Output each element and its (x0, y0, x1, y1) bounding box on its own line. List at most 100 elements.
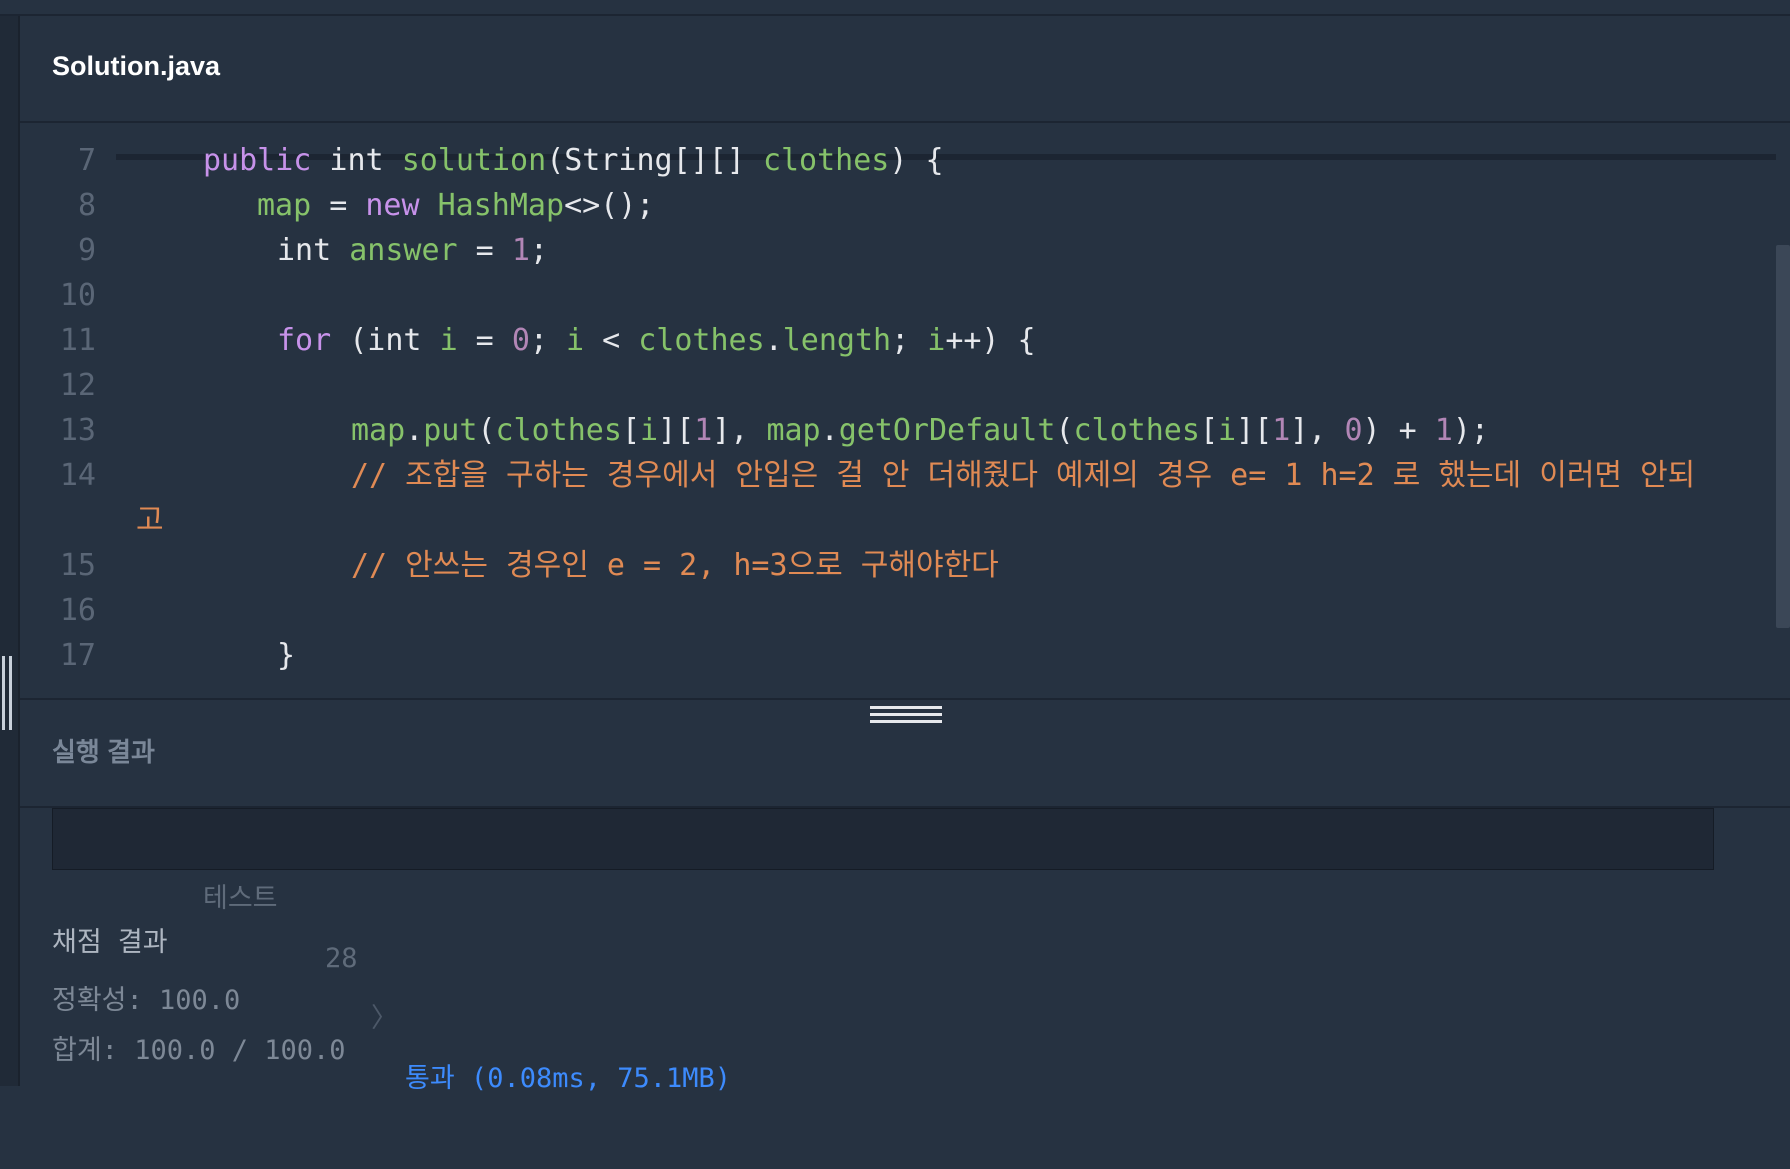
code-token: = (457, 323, 512, 358)
line-number: 15 (59, 548, 96, 583)
code-token: (String[][] (546, 143, 763, 178)
line-number: 11 (59, 323, 96, 358)
code-token: 0 (511, 323, 530, 358)
line-number: 16 (59, 593, 96, 628)
code-token: map (257, 188, 312, 223)
code-line: 7 public int solution(String[][] clothes)… (20, 139, 1770, 183)
code-token: getOrDefault (838, 413, 1056, 448)
code-token: clothes (762, 143, 890, 178)
code-line: 13 map.put(clothes[i][1], map.getOrDefaul… (20, 409, 1770, 453)
code-token: int (277, 233, 350, 268)
code-token: ); (1452, 413, 1489, 448)
code-token: int (311, 143, 402, 178)
code-text: int answer = 1; (277, 229, 548, 273)
code-token: ][ (1236, 413, 1273, 448)
code-text: map.put(clothes[i][1], map.getOrDefault(… (351, 409, 1489, 453)
test-label: 테스트 (203, 883, 278, 914)
line-number: 12 (59, 368, 96, 403)
code-token: <>(); (564, 188, 655, 223)
line-number: 7 (77, 143, 96, 178)
file-title[interactable]: Solution.java (52, 51, 220, 82)
code-token: i (1218, 413, 1237, 448)
code-token: public (203, 143, 312, 178)
code-token: solution (401, 143, 547, 178)
code-token: [ (621, 413, 640, 448)
result-title: 실행 결과 (52, 737, 155, 767)
line-number: 13 (59, 413, 96, 448)
result-body: 테스트 28 〉 통과 (0.08ms, 75.1MB) 채점 결과 정확성: … (20, 808, 1790, 1094)
code-token: HashMap (437, 188, 565, 223)
code-token: ( (477, 413, 496, 448)
code-line: 10 (20, 274, 1770, 318)
code-token: map (766, 413, 821, 448)
code-token: ) + (1362, 413, 1435, 448)
code-token: 고 (136, 503, 164, 538)
code-token: clothes (495, 413, 622, 448)
test-number: 28 (325, 943, 358, 974)
code-token: answer (349, 233, 458, 268)
code-text: map = new HashMap<>(); (257, 184, 654, 228)
code-line: 12 (20, 364, 1770, 408)
code-token: ; (529, 323, 566, 358)
code-token: i (566, 323, 585, 358)
code-text: } (277, 634, 295, 678)
top-strip (0, 0, 1790, 16)
left-panel-rail (0, 16, 20, 1086)
test-pass-status: 통과 (0.08ms, 75.1MB) (405, 1063, 732, 1094)
code-token: 1 (1434, 413, 1453, 448)
code-line: 고 (20, 499, 1770, 543)
line-number: 9 (77, 233, 96, 268)
code-line: 15 // 안쓰는 경우인 e = 2, h=3으로 구해야한다 (20, 544, 1770, 588)
code-token: ; (529, 233, 548, 268)
code-token: clothes (638, 323, 765, 358)
code-editor[interactable]: 7 public int solution(String[][] clothes)… (20, 123, 1790, 698)
code-token: i (439, 323, 458, 358)
code-token: = (457, 233, 512, 268)
code-token: . (820, 413, 839, 448)
line-number: 8 (77, 188, 96, 223)
code-token: . (764, 323, 783, 358)
code-token: // 안쓰는 경우인 e = 2, h=3으로 구해야한다 (351, 548, 999, 583)
editor-scrollbar[interactable] (1776, 245, 1790, 628)
code-token: . (405, 413, 424, 448)
code-line: 9 int answer = 1; (20, 229, 1770, 273)
code-line: 8 map = new HashMap<>(); (20, 184, 1770, 228)
code-token: ][ (658, 413, 695, 448)
code-token: 1 (1272, 413, 1291, 448)
code-token: ( (1055, 413, 1074, 448)
code-token: ++) { (945, 323, 1036, 358)
code-token: ], (712, 413, 767, 448)
grading-accuracy: 정확성: 100.0 (52, 985, 241, 1016)
code-token: // 조합을 구하는 경우에서 안입은 걸 안 더해줬다 예제의 경우 e= 1… (351, 458, 1696, 493)
code-token: i (927, 323, 946, 358)
drag-handle-icon[interactable] (870, 706, 942, 726)
code-token: 1 (694, 413, 713, 448)
test-result-row: 테스트 28 〉 통과 (0.08ms, 75.1MB) (52, 808, 1714, 1094)
line-number: 10 (59, 278, 96, 313)
code-token: i (640, 413, 659, 448)
line-number: 14 (59, 458, 96, 493)
code-text: // 안쓰는 경우인 e = 2, h=3으로 구해야한다 (351, 544, 999, 588)
grading-title: 채점 결과 (52, 927, 168, 958)
code-line: 17} (20, 634, 1770, 678)
code-token: map (351, 413, 406, 448)
code-line: 11 for (int i = 0; i < clothes.length; i+… (20, 319, 1770, 363)
code-token: ], (1290, 413, 1345, 448)
code-token: for (277, 323, 332, 358)
code-token: clothes (1073, 413, 1200, 448)
code-token: < (584, 323, 639, 358)
panel-resize-handle-icon[interactable] (2, 656, 12, 730)
file-tab-header: Solution.java (20, 16, 1790, 123)
code-line: 16 (20, 589, 1770, 633)
code-token: [ (1199, 413, 1218, 448)
grading-total: 합계: 100.0 / 100.0 (52, 1035, 346, 1066)
code-token: length (782, 323, 892, 358)
code-text: 고 (136, 499, 164, 543)
code-token: ) { (889, 143, 944, 178)
code-token: 1 (511, 233, 530, 268)
code-token: } (277, 638, 296, 673)
chevron-right-icon: 〉 (371, 1003, 398, 1034)
code-text: // 조합을 구하는 경우에서 안입은 걸 안 더해줬다 예제의 경우 e= 1… (351, 454, 1695, 498)
code-token: ; (891, 323, 928, 358)
